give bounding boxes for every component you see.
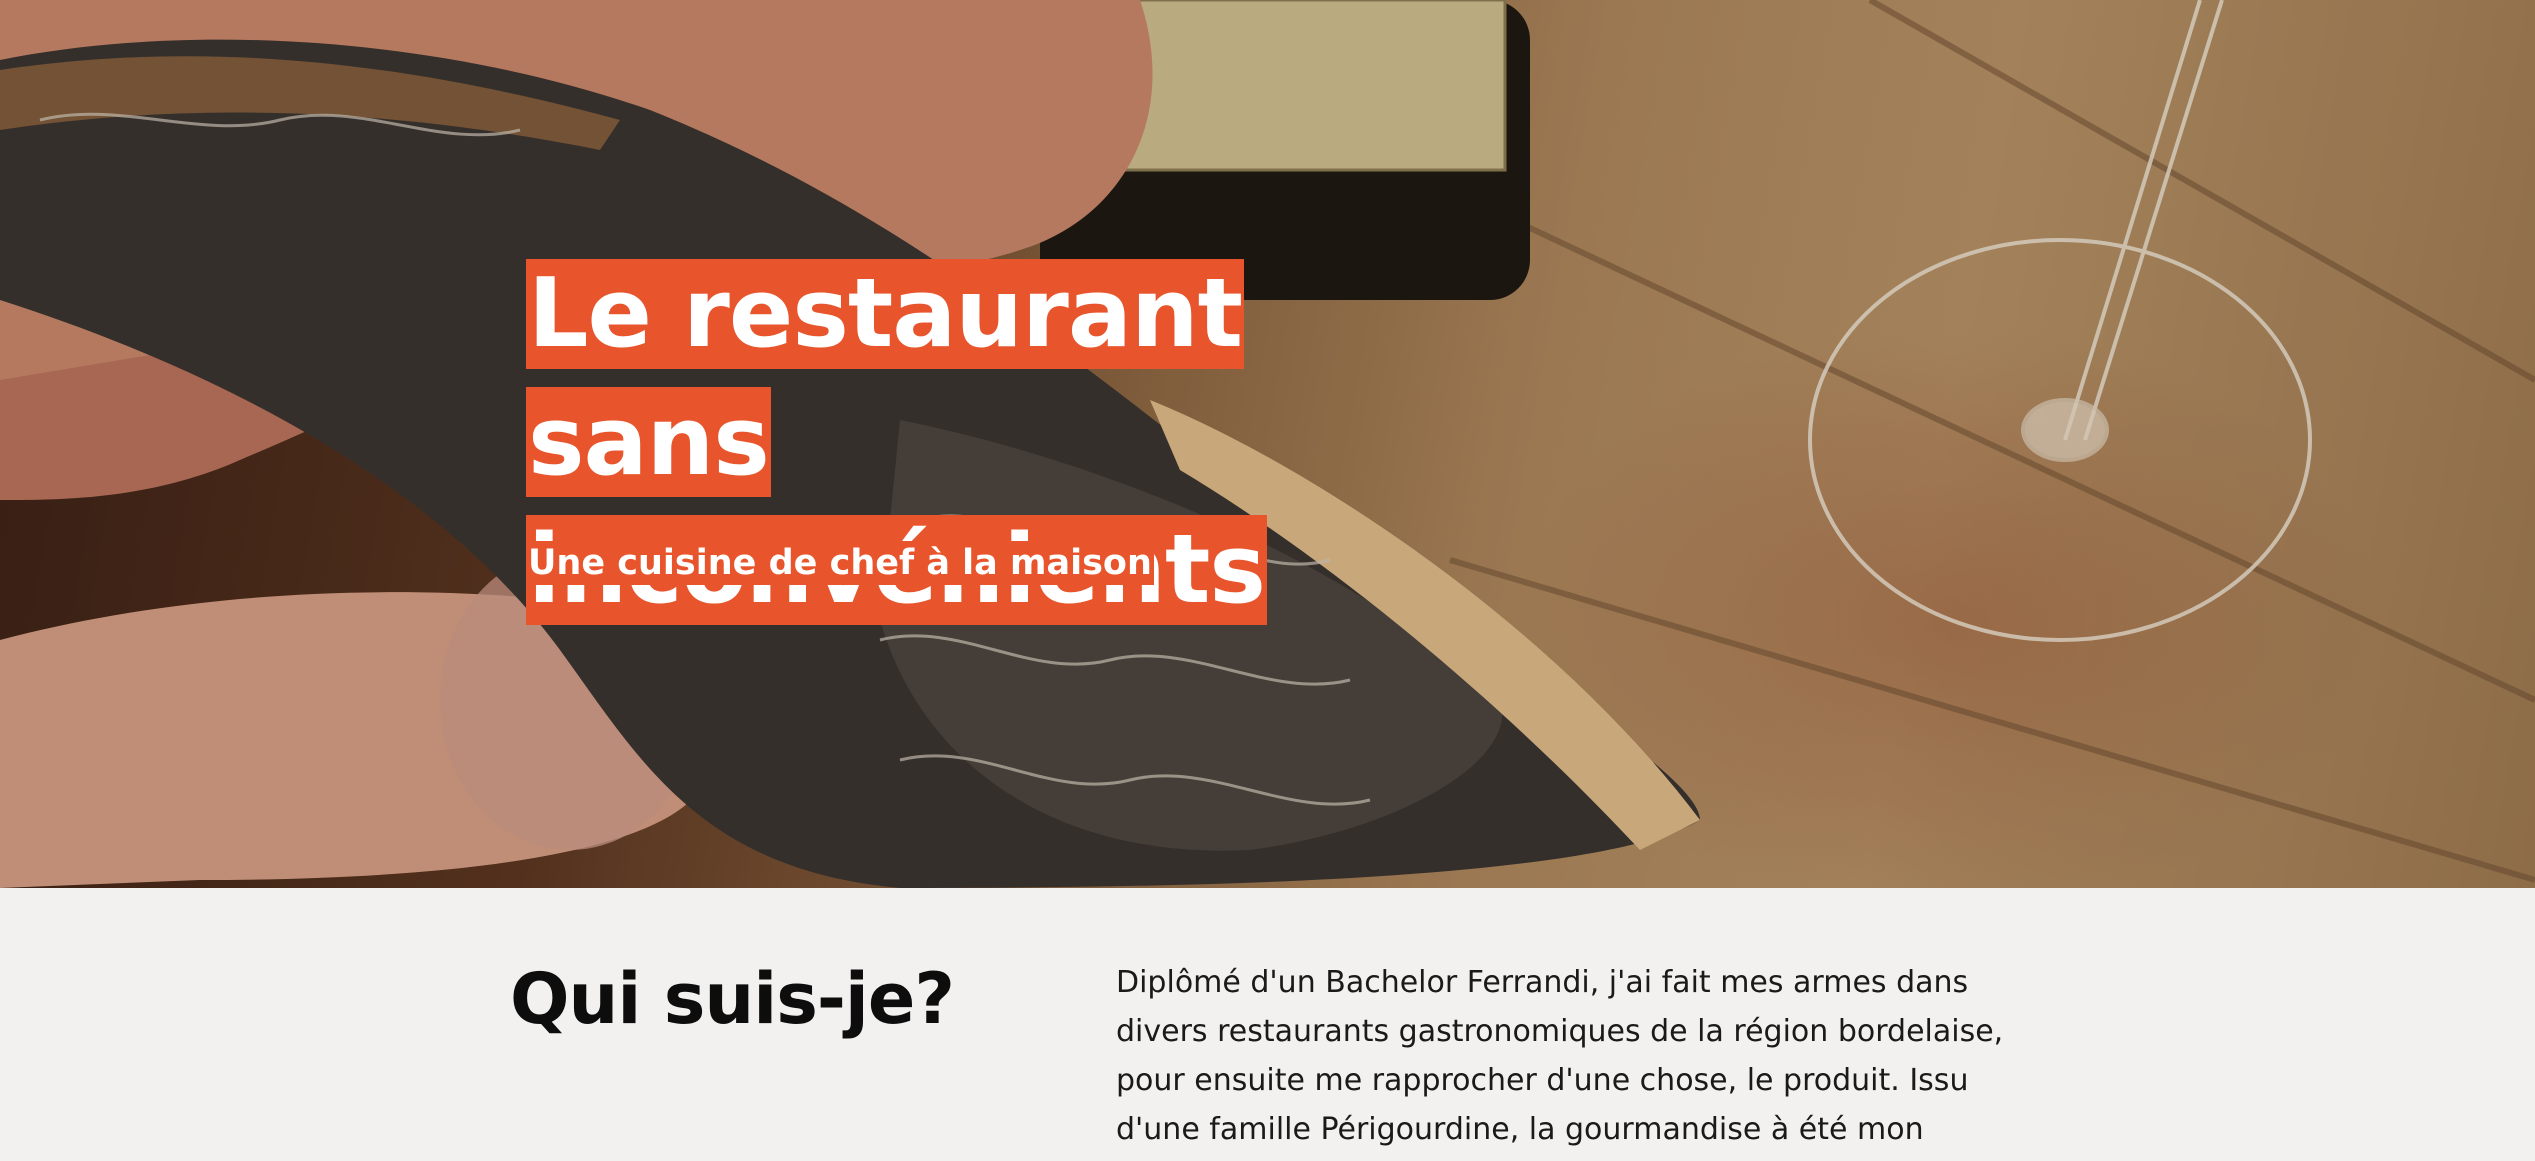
about-section: Qui suis-je? Diplômé d'un Bachelor Ferra… (0, 888, 2535, 1161)
hero-subtitle: Une cuisine de chef à la maison (526, 534, 1154, 592)
page: Le restaurant sans inconvénients Une cui… (0, 0, 2535, 1161)
about-paragraph: Diplômé d'un Bachelor Ferrandi, j'ai fai… (1116, 965, 2004, 1147)
about-heading: Qui suis-je? (510, 958, 955, 1040)
hero-section: Le restaurant sans inconvénients Une cui… (0, 0, 2535, 888)
hero-subtitle-text: Une cuisine de chef à la maison (526, 541, 1154, 585)
hero-title-line1: Le restaurant sans (526, 259, 1245, 497)
